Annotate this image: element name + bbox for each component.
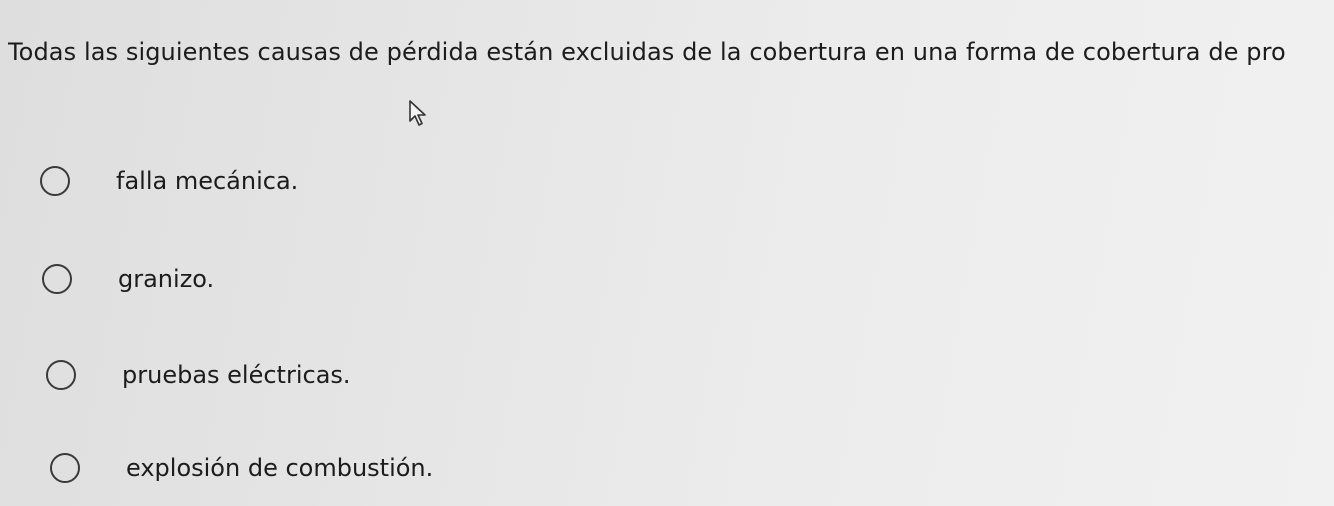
mouse-pointer-icon (409, 100, 426, 126)
radio-button[interactable] (40, 166, 70, 196)
answer-option-4[interactable]: explosión de combustión. (50, 448, 433, 488)
option-label: explosión de combustión. (126, 454, 434, 482)
question-text: Todas las siguientes causas de pérdida e… (8, 38, 1286, 66)
answer-option-2[interactable]: granizo. (42, 259, 214, 299)
answer-option-3[interactable]: pruebas eléctricas. (46, 355, 351, 395)
option-label: pruebas eléctricas. (122, 361, 351, 389)
option-label: granizo. (118, 265, 215, 293)
radio-button[interactable] (46, 360, 76, 390)
answer-option-1[interactable]: falla mecánica. (40, 161, 298, 201)
radio-button[interactable] (42, 264, 72, 294)
radio-button[interactable] (50, 453, 80, 483)
option-label: falla mecánica. (116, 167, 299, 195)
